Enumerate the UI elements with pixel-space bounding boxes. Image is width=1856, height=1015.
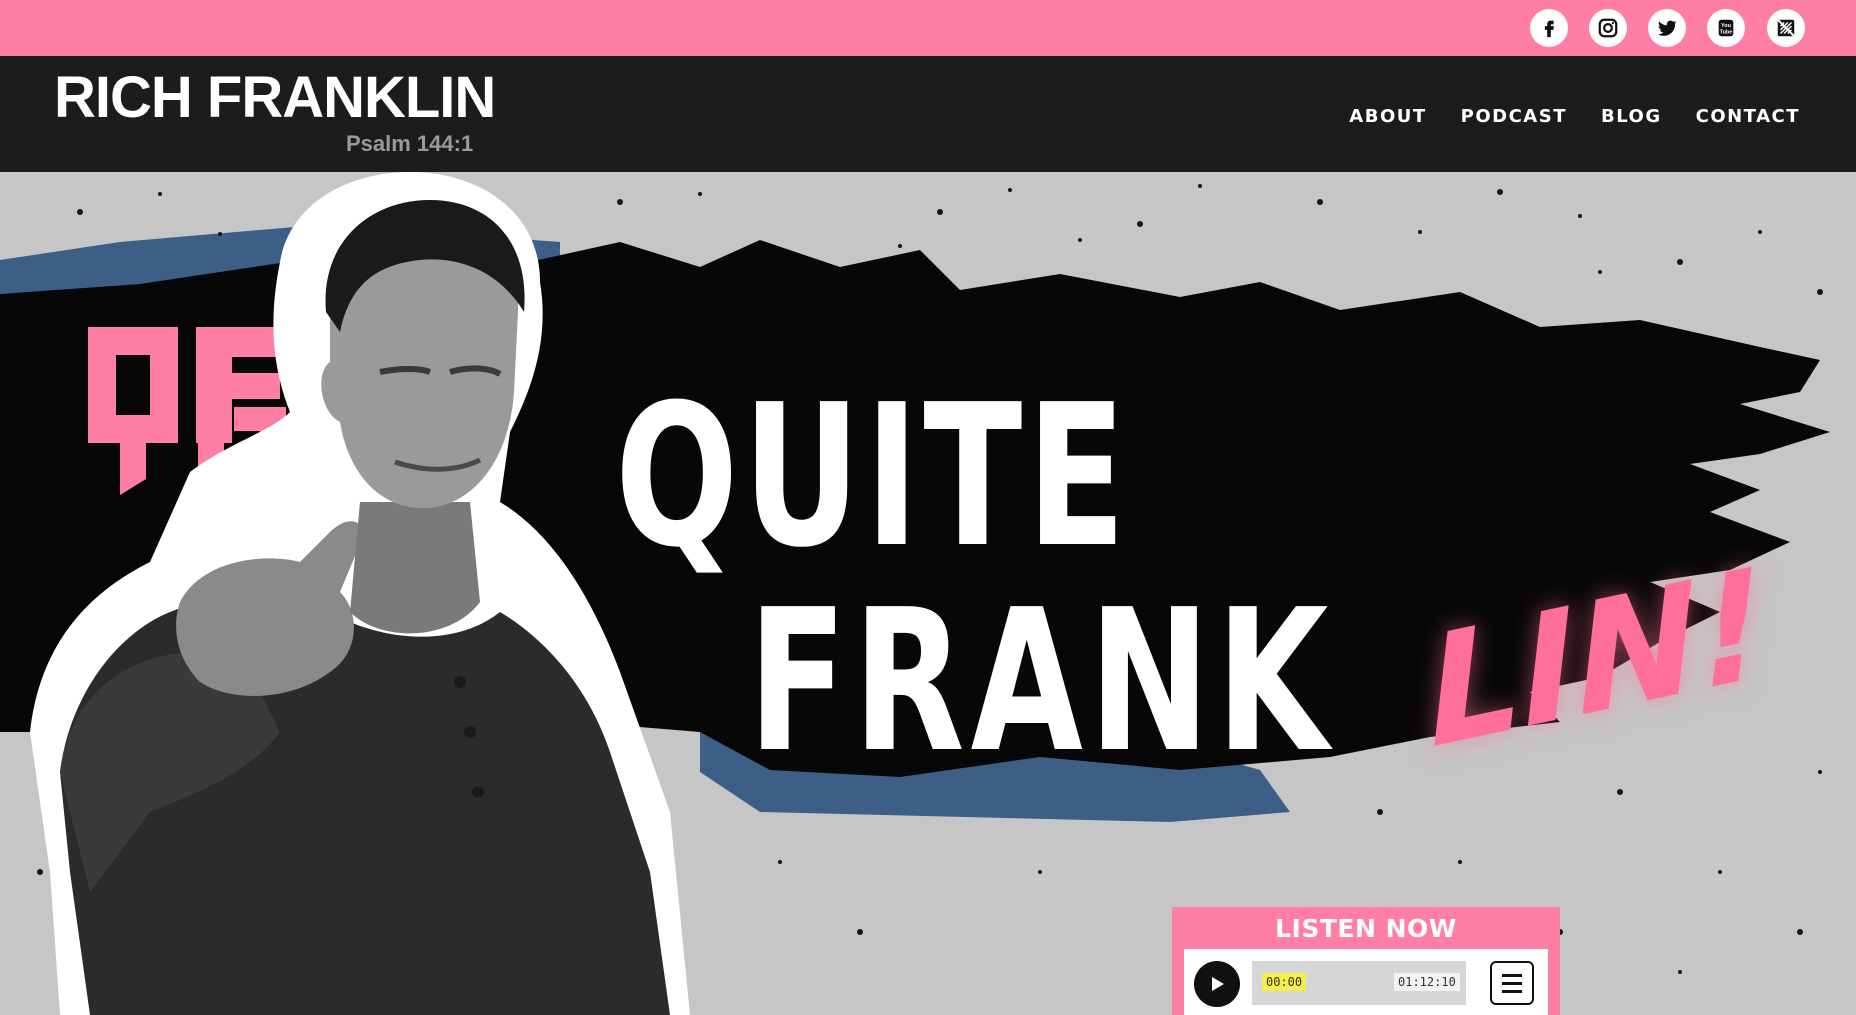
episode-menu-button[interactable] [1490, 961, 1534, 1005]
podcast-link[interactable] [1767, 9, 1805, 47]
nav-podcast[interactable]: PODCAST [1461, 106, 1567, 128]
listen-now-heading: LISTEN NOW [1275, 914, 1457, 943]
twitter-icon [1658, 20, 1677, 36]
site-logo-name[interactable]: RICH FRANKLIN [54, 64, 496, 132]
main-nav: ABOUT PODCAST BLOG CONTACT [1349, 106, 1800, 128]
play-icon [1212, 977, 1224, 991]
podcast-player: LISTEN NOW 00:00 01:12:10 [1172, 907, 1560, 1015]
svg-text:You: You [1721, 23, 1731, 29]
facebook-link[interactable] [1530, 9, 1568, 47]
play-button[interactable] [1194, 961, 1240, 1007]
nav-about[interactable]: ABOUT [1349, 106, 1426, 128]
youtube-icon: YouTube [1718, 19, 1734, 37]
site-header: RICH FRANKLIN Psalm 144:1 ABOUT PODCAST … [0, 56, 1856, 172]
nav-blog[interactable]: BLOG [1601, 106, 1662, 128]
hero-title-line2: FRANK [748, 568, 1335, 796]
nav-contact[interactable]: CONTACT [1696, 106, 1800, 128]
social-bar: You Tube [0, 0, 1856, 56]
site-tagline: Psalm 144:1 [346, 131, 474, 156]
podcast-icon [1777, 19, 1795, 37]
rich-franklin-photo [30, 172, 690, 1015]
hamburger-icon [1502, 973, 1522, 977]
player-controls: 00:00 01:12:10 [1184, 949, 1548, 1015]
total-duration: 01:12:10 [1394, 973, 1460, 991]
youtube-link[interactable]: You Tube [1707, 9, 1745, 47]
facebook-icon [1544, 20, 1554, 38]
svg-text:Tube: Tube [1720, 30, 1733, 36]
instagram-icon [1598, 18, 1618, 38]
current-time: 00:00 [1262, 973, 1307, 991]
hero-banner: QUITE FRANK LIN! LISTEN NOW 00:00 01:12:… [0, 172, 1856, 1015]
instagram-link[interactable] [1589, 9, 1627, 47]
twitter-link[interactable] [1648, 9, 1686, 47]
